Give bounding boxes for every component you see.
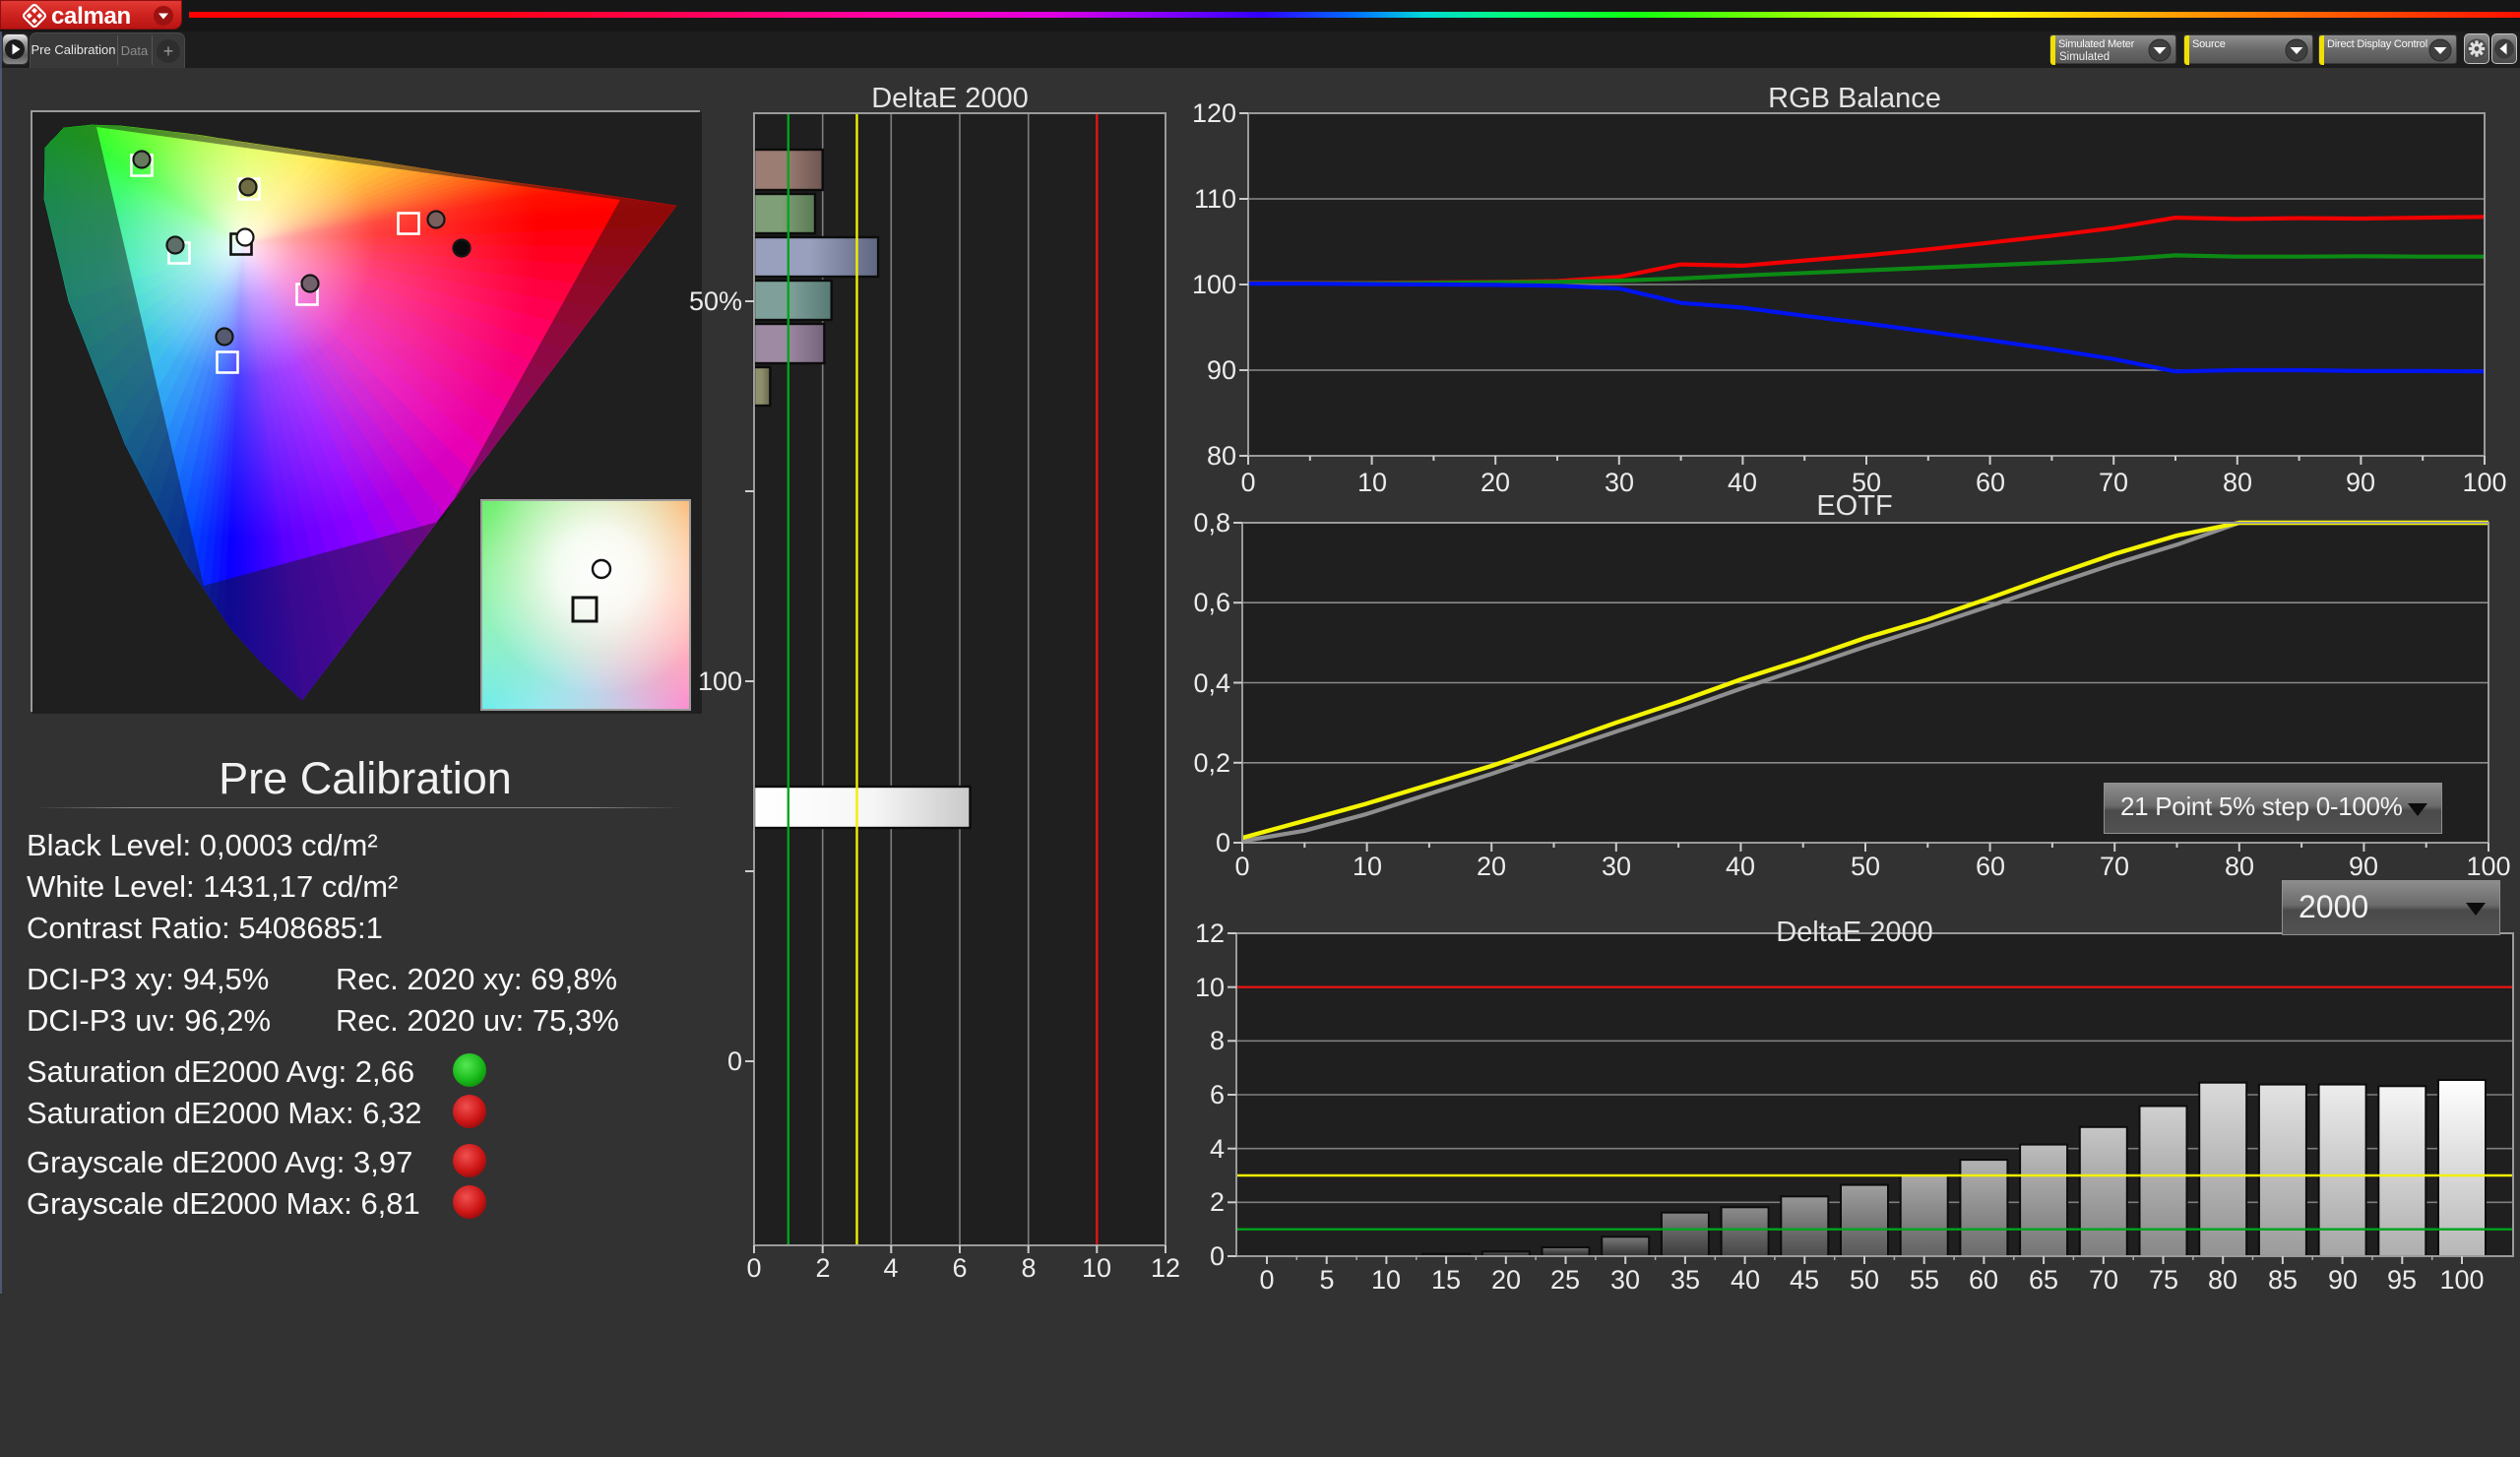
svg-text:calman: calman [51, 3, 131, 30]
svg-text:+: + [163, 41, 174, 61]
